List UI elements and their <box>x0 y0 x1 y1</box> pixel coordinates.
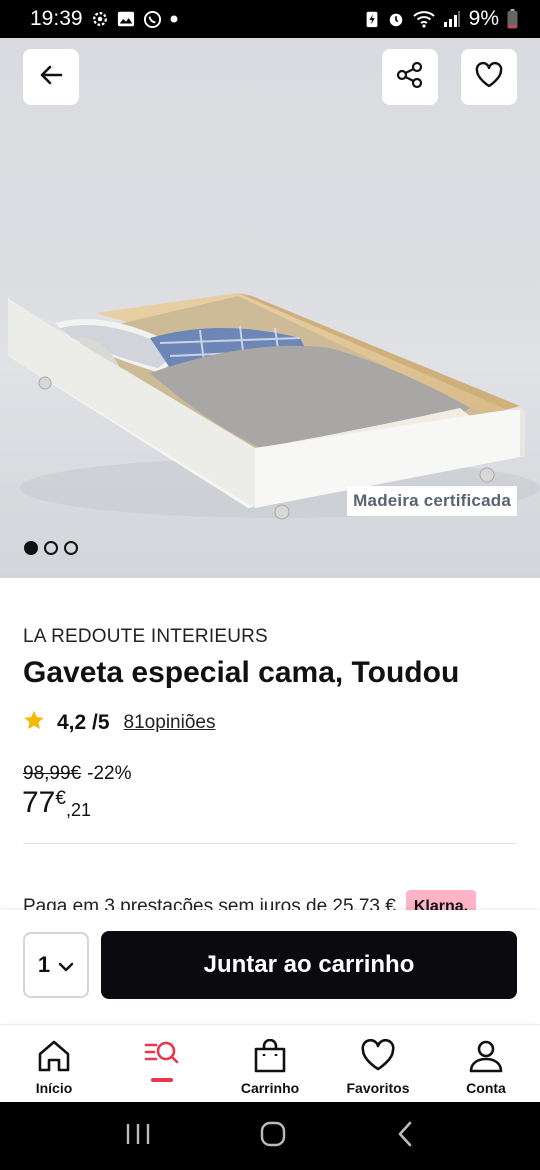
carousel-dots[interactable] <box>24 541 78 555</box>
nav-cart[interactable]: Carrinho <box>216 1025 324 1102</box>
nav-account-label: Conta <box>466 1080 506 1096</box>
user-icon <box>468 1039 504 1078</box>
battery-percent: 9% <box>468 7 499 30</box>
battery-saver-icon <box>365 10 379 28</box>
certified-wood-badge: Madeira certificada <box>347 486 517 516</box>
quantity-select[interactable]: 1 <box>23 932 89 998</box>
chevron-down-icon <box>58 952 74 978</box>
share-button[interactable] <box>382 49 438 105</box>
quantity-value: 1 <box>37 952 51 977</box>
alarm-icon <box>387 10 405 28</box>
bag-icon <box>252 1038 288 1078</box>
dot-icon <box>170 15 178 23</box>
search-menu-icon <box>143 1039 181 1078</box>
home-button-icon[interactable] <box>260 1121 286 1152</box>
klarna-badge: Klarna. <box>405 890 477 912</box>
rating-row: 4,2 /5 81opiniões <box>23 709 215 736</box>
nav-home-label: Início <box>35 1080 73 1096</box>
settings-icon <box>91 10 109 28</box>
price-integer: 77 <box>22 786 56 819</box>
carousel-dot[interactable] <box>64 541 78 555</box>
price-cents: ,21 <box>65 800 91 820</box>
battery-icon <box>507 9 518 29</box>
current-price: 77 € ,21 <box>22 786 91 821</box>
nav-search-menu[interactable] <box>108 1025 216 1102</box>
nav-home[interactable]: Início <box>0 1025 108 1102</box>
gallery-icon <box>117 10 135 28</box>
system-navigation-bar <box>0 1102 540 1170</box>
reviews-link[interactable]: 81opiniões <box>124 712 216 734</box>
nav-favorites-label: Favoritos <box>346 1080 410 1096</box>
divider <box>23 843 517 844</box>
product-image-carousel[interactable]: Madeira certificada <box>0 38 540 578</box>
old-price: 98,99€ <box>23 763 82 784</box>
back-icon <box>37 61 65 94</box>
heart-icon <box>474 61 504 94</box>
wifi-icon <box>412 10 435 28</box>
active-indicator <box>151 1078 173 1082</box>
add-to-cart-button[interactable]: Juntar ao carrinho <box>101 931 517 999</box>
whatsapp-icon <box>143 10 162 29</box>
carousel-dot[interactable] <box>44 541 58 555</box>
status-bar: 19:39 9% <box>0 0 540 38</box>
back-button[interactable] <box>23 49 79 105</box>
discount-percent: -22% <box>87 763 132 784</box>
nav-cart-label: Carrinho <box>240 1080 300 1096</box>
share-icon <box>395 60 425 95</box>
star-icon <box>23 709 45 736</box>
nav-favorites[interactable]: Favoritos <box>324 1025 432 1102</box>
signal-icon <box>443 10 461 28</box>
price-currency: € <box>55 788 66 809</box>
carousel-dot[interactable] <box>24 541 38 555</box>
old-price-row: 98,99€ -22% <box>23 763 131 785</box>
home-icon <box>36 1039 72 1078</box>
rating-value: 4,2 /5 <box>57 710 110 734</box>
status-time: 19:39 <box>30 7 83 30</box>
nav-account[interactable]: Conta <box>432 1025 540 1102</box>
heart-icon <box>360 1038 396 1078</box>
favorite-button[interactable] <box>461 49 517 105</box>
back-nav-icon[interactable] <box>395 1121 415 1152</box>
add-to-cart-bar: 1 Juntar ao carrinho <box>0 910 540 1022</box>
product-title: Gaveta especial cama, Toudou <box>23 656 460 689</box>
recent-apps-icon[interactable] <box>125 1122 151 1151</box>
klarna-installments[interactable]: Paga em 3 prestações sem juros de 25,73 … <box>23 890 517 912</box>
brand-name[interactable]: LA REDOUTE INTERIEURS <box>23 626 268 648</box>
bottom-navigation: Início Carrinho Favoritos Conta <box>0 1024 540 1102</box>
